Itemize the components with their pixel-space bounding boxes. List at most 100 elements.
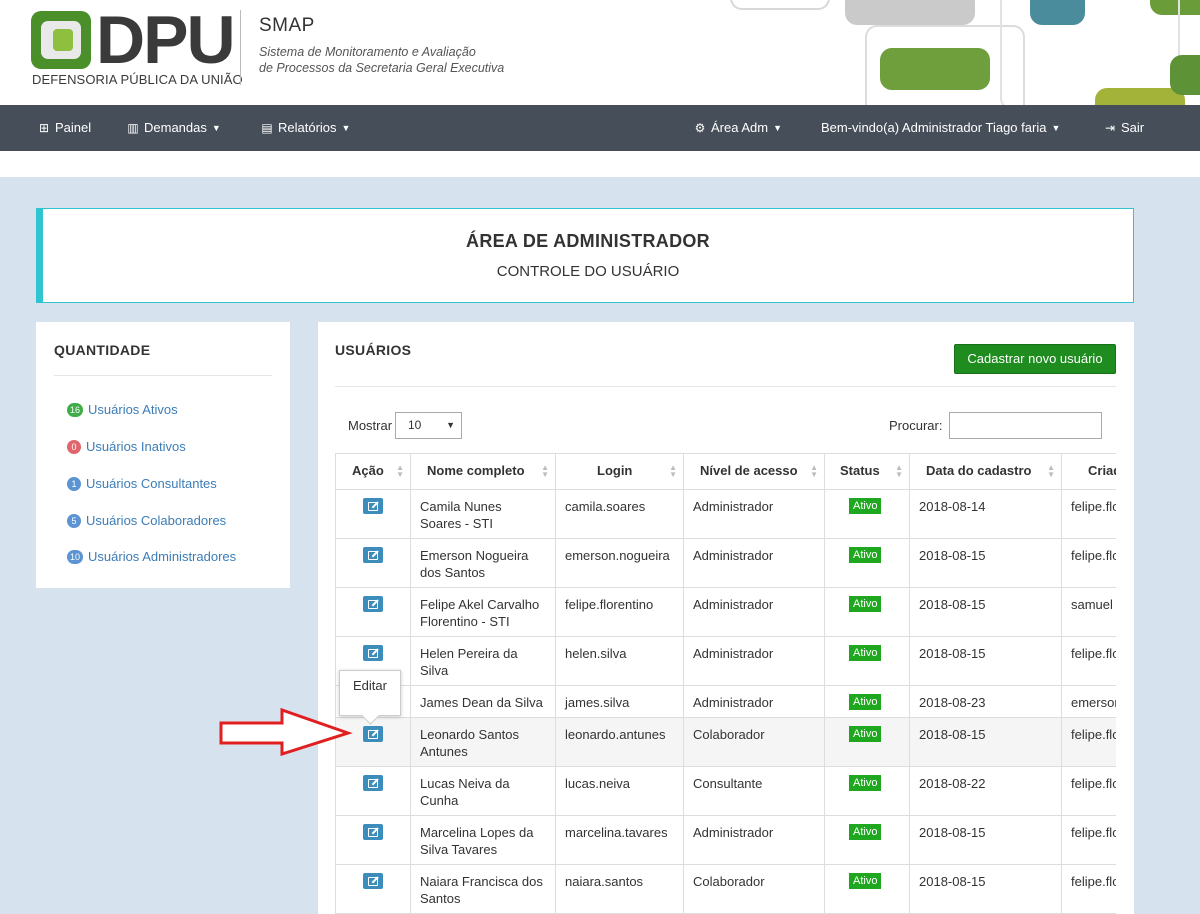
edit-icon[interactable]: [363, 873, 383, 889]
status-badge: Ativo: [849, 873, 882, 889]
search-input[interactable]: [949, 412, 1102, 439]
count-badge: 0: [67, 440, 81, 454]
caret-down-icon: ▼: [341, 123, 351, 133]
search-label: Procurar:: [889, 418, 943, 433]
page-title: ÁREA DE ADMINISTRADOR: [466, 231, 710, 251]
quantity-label: Usuários Administradores: [88, 549, 237, 564]
edit-icon[interactable]: [363, 498, 383, 514]
cell-date: 2018-08-15: [909, 538, 1062, 588]
cell-date: 2018-08-23: [909, 685, 1062, 718]
status-badge: Ativo: [849, 498, 882, 514]
quantity-label: Usuários Consultantes: [86, 476, 217, 491]
column-header-criado-por[interactable]: Criado por▲▼: [1061, 453, 1116, 490]
nav-user-menu[interactable]: Bem-vindo(a) Administrador Tiago faria ▼: [821, 105, 1060, 151]
cell-date: 2018-08-15: [909, 717, 1062, 767]
cell-date: 2018-08-15: [909, 815, 1062, 865]
red-arrow-icon: [219, 707, 353, 756]
table-header-row: Ação ▲ ▼ Nome completo ▲ ▼ Login ▲ ▼ Nível de …: [335, 453, 1116, 490]
cell-created-by: felipe.florentino: [1061, 538, 1116, 588]
divider: [54, 375, 272, 376]
status-badge: Ativo: [849, 694, 882, 710]
quantity-title: QUANTIDADE: [54, 342, 151, 358]
quantity-item-consultantes[interactable]: 1 Usuários Consultantes: [67, 475, 217, 493]
table-row: Felipe Akel Carvalho Florentino - STI fe…: [335, 587, 1116, 637]
sort-icon: ▲ ▼: [669, 463, 677, 479]
edit-icon[interactable]: [363, 726, 383, 742]
status-badge: Ativo: [849, 726, 882, 742]
nav-relatorios-label: Relatórios: [278, 120, 337, 135]
welcome-label: Bem-vindo(a) Administrador Tiago faria: [821, 120, 1047, 135]
nav-painel[interactable]: ⊞ Painel: [37, 105, 91, 151]
cell-created-by: felipe.florentino: [1061, 636, 1116, 686]
tooltip-text: Editar: [353, 678, 387, 693]
nav-demandas[interactable]: ▥ Demandas ▼: [126, 105, 221, 151]
cell-level: Consultante: [683, 766, 825, 816]
gear-icon: ⚙: [694, 121, 706, 135]
cell-created-by: felipe.florentino: [1061, 489, 1116, 539]
cell-login: marcelina.tavares: [555, 815, 684, 865]
column-header-status[interactable]: Status ▲ ▼: [824, 453, 910, 490]
edit-icon[interactable]: [363, 547, 383, 563]
cell-created-by: felipe.florentino: [1061, 815, 1116, 865]
column-header-nome[interactable]: Nome completo ▲ ▼: [410, 453, 556, 490]
new-user-button[interactable]: Cadastrar novo usuário: [954, 344, 1116, 374]
edit-icon[interactable]: [363, 824, 383, 840]
cell-login: helen.silva: [555, 636, 684, 686]
column-header-acao[interactable]: Ação ▲ ▼: [335, 453, 411, 490]
dpu-logo-icon: [31, 11, 91, 69]
nav-sair[interactable]: ⇥ Sair: [1103, 105, 1144, 151]
nav-area-adm[interactable]: ⚙ Área Adm ▼: [693, 105, 782, 151]
header: DPU DEFENSORIA PÚBLICA DA UNIÃO SMAP Sis…: [0, 0, 1200, 105]
count-badge: 1: [67, 477, 81, 491]
cell-name: Naiara Francisca dos Santos: [410, 864, 556, 914]
cell-level: Colaborador: [683, 717, 825, 767]
cell-login: leonardo.antunes: [555, 717, 684, 767]
edit-icon[interactable]: [363, 596, 383, 612]
nav-painel-label: Painel: [55, 120, 92, 135]
cell-name: Lucas Neiva da Cunha: [410, 766, 556, 816]
nav-relatorios[interactable]: ▤ Relatórios ▼: [260, 105, 350, 151]
app-description: Sistema de Monitoramento e Avaliação de …: [259, 44, 519, 76]
app-description-line1: Sistema de Monitoramento e Avaliação: [259, 45, 476, 59]
caret-down-icon: ▼: [1051, 123, 1061, 133]
cell-name: Camila Nunes Soares - STI: [410, 489, 556, 539]
nav-demandas-label: Demandas: [144, 120, 207, 135]
quantity-item-inativos[interactable]: 0 Usuários Inativos: [67, 438, 186, 456]
table-row: Camila Nunes Soares - STI camila.soares …: [335, 489, 1116, 539]
divider: [335, 386, 1116, 387]
cell-name: Marcelina Lopes da Silva Tavares: [410, 815, 556, 865]
logo-divider: [240, 10, 241, 85]
column-header-login[interactable]: Login ▲ ▼: [555, 453, 684, 490]
count-badge: 10: [67, 550, 84, 564]
cell-login: naiara.santos: [555, 864, 684, 914]
count-badge: 16: [67, 403, 84, 417]
cell-name: Emerson Nogueira dos Santos: [410, 538, 556, 588]
show-entries-select[interactable]: 10 ▼: [395, 412, 462, 439]
quantity-label: Usuários Inativos: [86, 439, 186, 454]
cell-name: Felipe Akel Carvalho Florentino - STI: [410, 587, 556, 637]
column-header-data[interactable]: Data do cadastro ▲ ▼: [909, 453, 1062, 490]
caret-down-icon: ▼: [211, 123, 221, 133]
cell-created-by: felipe.florentino: [1061, 766, 1116, 816]
navbar: ⊞ Painel ▥ Demandas ▼ ▤ Relatórios ▼ ⚙ Área Ad…: [0, 105, 1200, 151]
sort-icon: ▲ ▼: [396, 463, 404, 479]
sort-icon: ▲ ▼: [541, 463, 549, 479]
quantity-item-administradores[interactable]: 10 Usuários Administradores: [67, 548, 236, 566]
logo-text: DPU: [96, 2, 236, 78]
users-table-wrapper[interactable]: Ação ▲ ▼ Nome completo ▲ ▼ Login ▲ ▼ Nível de …: [335, 453, 1116, 914]
users-title: USUÁRIOS: [335, 342, 412, 358]
table-row: Emerson Nogueira dos Santos emerson.nogu…: [335, 538, 1116, 588]
quantity-item-ativos[interactable]: 16 Usuários Ativos: [67, 401, 178, 419]
edit-icon[interactable]: [363, 645, 383, 661]
cell-login: camila.soares: [555, 489, 684, 539]
cell-created-by: felipe.florentino: [1061, 717, 1116, 767]
status-badge: Ativo: [849, 824, 882, 840]
cell-name: Helen Pereira da Silva: [410, 636, 556, 686]
page-title-box: ÁREA DE ADMINISTRADOR CONTROLE DO USUÁRI…: [36, 208, 1134, 303]
app-name: SMAP: [259, 15, 315, 36]
column-header-nivel[interactable]: Nível de acesso ▲ ▼: [683, 453, 825, 490]
users-panel: USUÁRIOS Cadastrar novo usuário Mostrar …: [318, 322, 1134, 914]
list-icon: ▤: [261, 121, 273, 135]
quantity-item-colaboradores[interactable]: 5 Usuários Colaboradores: [67, 512, 226, 530]
edit-icon[interactable]: [363, 775, 383, 791]
